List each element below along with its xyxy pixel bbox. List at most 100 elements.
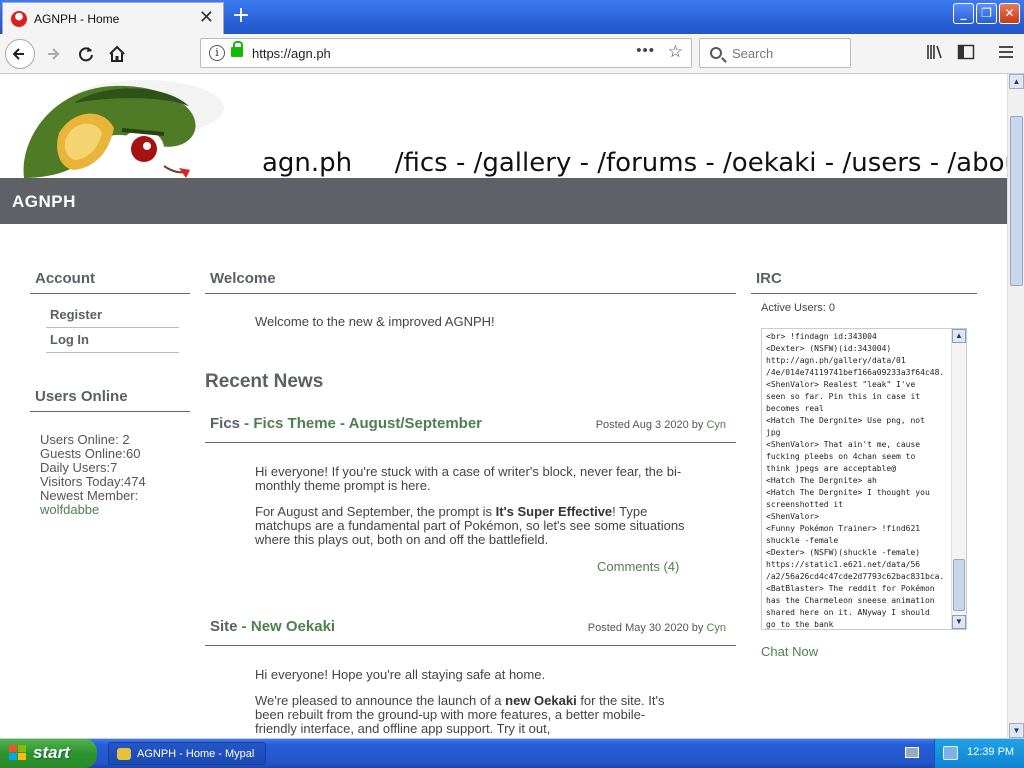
restore-button[interactable]: ❐ — [976, 3, 997, 24]
register-link[interactable]: Register — [46, 307, 179, 328]
clock[interactable]: 12:39 PM — [967, 746, 1014, 758]
daily-users-stat: Daily Users:7 — [40, 460, 118, 475]
page-viewport: agn.ph /fics - /gallery - /forums - /oek… — [0, 74, 1007, 738]
back-arrow-icon — [12, 48, 24, 60]
home-button[interactable] — [102, 39, 132, 69]
scroll-down-icon[interactable]: ▼ — [1009, 723, 1024, 738]
nav-separator: - — [824, 148, 843, 178]
site-nav: agn.ph /fics - /gallery - /forums - /oek… — [262, 148, 1007, 178]
news-paragraph: Hi everyone! Hope you're all staying saf… — [255, 667, 546, 682]
hamburger-menu-icon — [999, 46, 1013, 58]
nav-users-link[interactable]: /users — [842, 148, 921, 178]
newest-member-link[interactable]: wolfdabbe — [40, 503, 99, 517]
news-post-meta: Posted Aug 3 2020 by Cyn — [596, 419, 726, 431]
page-scrollbar[interactable]: ▲ ▼ — [1007, 74, 1024, 738]
lock-icon[interactable] — [231, 41, 243, 57]
irc-line: <Dexter> (NSFW)(shuckle -female) — [766, 548, 921, 557]
irc-line: becomes real — [766, 404, 824, 413]
news-category[interactable]: Site — [210, 618, 238, 635]
news-paragraph: We're pleased to announce the launch of … — [255, 693, 665, 736]
back-button[interactable] — [5, 39, 35, 69]
minimize-button[interactable]: _ — [953, 3, 974, 24]
start-label: start — [33, 743, 70, 762]
users-online-heading: Users Online — [30, 388, 190, 412]
library-icon — [927, 45, 942, 59]
irc-line: shuckle -female — [766, 536, 839, 545]
tab-title: AGNPH - Home — [34, 12, 120, 26]
login-link[interactable]: Log In — [46, 332, 179, 353]
bookmark-star-icon[interactable]: ☆ — [668, 42, 683, 62]
site-favicon-icon — [11, 11, 27, 27]
author-link[interactable]: Cyn — [706, 419, 726, 431]
search-input[interactable]: Search — [699, 38, 851, 68]
windows-flag-icon — [9, 745, 27, 762]
irc-line: <Dexter> (NSFW)(id:343004) — [766, 344, 892, 353]
irc-line: has the Charmeleon sneese animation — [766, 596, 935, 605]
welcome-text: Welcome to the new & improved AGNPH! — [255, 314, 495, 329]
window-controls: _ ❐ ✕ — [953, 3, 1020, 24]
forward-button[interactable] — [39, 39, 69, 69]
irc-line: jpg — [766, 428, 781, 437]
irc-line: <Hatch The Dergnite> I thought you — [766, 488, 930, 497]
irc-chat-log[interactable]: <br> !findagn id:343004 <Dexter> (NSFW)(i… — [761, 328, 967, 630]
guests-online-stat: Guests Online:60 — [40, 446, 141, 461]
news-category[interactable]: Fics — [210, 415, 240, 432]
tab-close-icon[interactable]: ✕ — [199, 7, 214, 28]
close-window-button[interactable]: ✕ — [999, 3, 1020, 24]
irc-line: <Hatch The Dergnite> Use png, not — [766, 416, 925, 425]
irc-heading: IRC — [751, 270, 977, 294]
scroll-up-icon[interactable]: ▲ — [1009, 74, 1024, 89]
nav-separator: - — [705, 148, 724, 178]
irc-line: seen so far. Pin this in case it — [766, 392, 921, 401]
visitors-today-stat: Visitors Today:474 — [40, 474, 146, 489]
start-button[interactable]: start — [0, 739, 97, 768]
comments-link[interactable]: Comments (4) — [597, 559, 679, 574]
site-banner: AGNPH — [0, 178, 1007, 224]
nav-forums-link[interactable]: /forums — [597, 148, 697, 178]
info-icon[interactable]: i — [209, 45, 225, 61]
news-paragraph: Hi everyone! If you're stuck with a case… — [255, 464, 682, 493]
snivy-mascot-logo — [23, 80, 224, 178]
irc-line: <br> !findagn id:343004 — [766, 332, 877, 341]
news-paragraph: For August and September, the prompt is … — [255, 504, 685, 547]
account-heading: Account — [30, 270, 190, 294]
nav-home-link[interactable]: agn.ph — [262, 148, 352, 178]
scroll-down-icon[interactable]: ▼ — [952, 615, 966, 629]
address-bar[interactable]: i https://agn.ph ••• ☆ — [200, 38, 692, 68]
keyboard-icon[interactable] — [905, 747, 919, 758]
scroll-up-icon[interactable]: ▲ — [952, 329, 966, 343]
irc-line: <ShenValor> — [766, 512, 819, 521]
chat-now-link[interactable]: Chat Now — [761, 644, 818, 659]
reload-button[interactable] — [71, 39, 101, 69]
page-actions-icon[interactable]: ••• — [636, 42, 655, 59]
sidebar-button[interactable] — [956, 42, 976, 67]
news-title-link[interactable]: New Oekaki — [251, 618, 335, 635]
taskbar-window-item[interactable]: AGNPH - Home - Mypal — [108, 742, 266, 765]
irc-line: <ShenValor> That ain't me, cause — [766, 440, 921, 449]
news-title-link[interactable]: August/September — [349, 415, 482, 432]
irc-line: go to the bank — [766, 620, 834, 629]
scroll-thumb[interactable] — [1010, 116, 1023, 286]
news-post-header: Site - New Oekaki Posted May 30 2020 by … — [205, 618, 736, 646]
network-icon[interactable] — [943, 746, 958, 760]
author-link[interactable]: Cyn — [706, 622, 726, 634]
browser-titlebar: AGNPH - Home ✕ + _ ❐ ✕ — [0, 0, 1024, 34]
url-text[interactable]: https://agn.ph — [252, 46, 331, 61]
nav-separator: - — [929, 148, 948, 178]
menu-button[interactable] — [996, 42, 1016, 67]
posted-date: Posted Aug 3 2020 by — [595, 419, 704, 431]
nav-oekaki-link[interactable]: /oekaki — [723, 148, 816, 178]
news-title-link[interactable]: Fics Theme — [253, 415, 336, 432]
sidebar-icon — [957, 44, 975, 60]
irc-scrollbar[interactable]: ▲ ▼ — [951, 329, 966, 629]
library-button[interactable] — [925, 42, 945, 67]
taskbar: start AGNPH - Home - Mypal 12:39 PM — [0, 739, 1024, 768]
nav-fics-link[interactable]: /fics — [395, 148, 448, 178]
new-tab-button[interactable]: + — [230, 2, 252, 30]
irc-line: fucking pleebs on 4chan seem to — [766, 452, 916, 461]
irc-line: screenshotted it — [766, 500, 844, 509]
nav-gallery-link[interactable]: /gallery — [474, 148, 572, 178]
nav-about-link[interactable]: /about — [947, 148, 1007, 178]
browser-tab[interactable]: AGNPH - Home ✕ — [2, 2, 224, 34]
scroll-thumb[interactable] — [953, 559, 965, 611]
